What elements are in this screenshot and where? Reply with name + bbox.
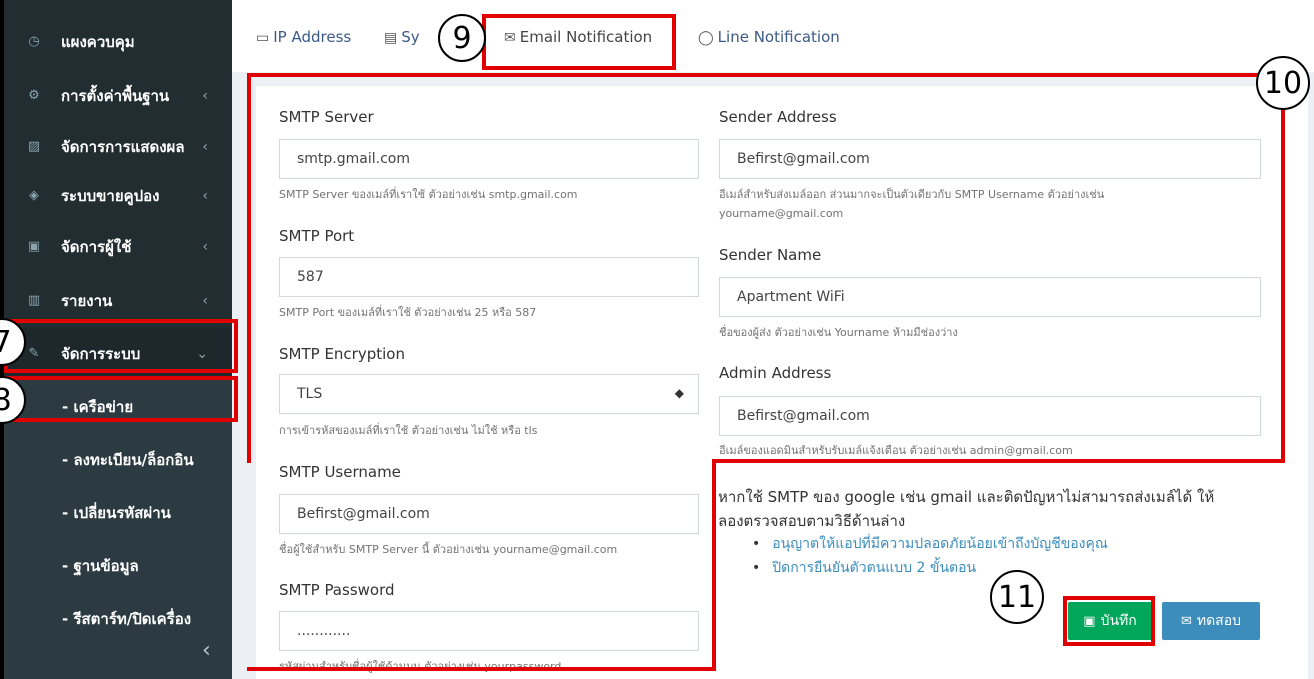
sender-name-input[interactable]: Apartment WiFi [719, 277, 1261, 317]
callout-11: 11 [990, 570, 1044, 624]
sender-address-label: Sender Address [719, 108, 837, 126]
tab-line-notification[interactable]: ◯ Line Notification [698, 28, 840, 52]
gmail-note: หากใช้ SMTP ของ google เช่น gmail และติด… [718, 485, 1268, 533]
tab-bar: ▭ IP Address ▤ Sy ✉ Email Notification ◯ Lin… [232, 0, 1314, 72]
smtp-password-label: SMTP Password [279, 581, 395, 599]
tab-label: IP Address [273, 28, 352, 46]
list-item: อนุญาตให้แอปที่มีความปลอดภัยน้อยเข้าถึงบ… [752, 532, 1108, 556]
sidebar-item-basic-settings[interactable]: ⚙ การตั้งค่าพื้นฐาน ‹ [4, 70, 232, 121]
user-card-icon: ▣ [27, 239, 41, 254]
sidebar-item-label: รายงาน [61, 291, 113, 310]
test-button[interactable]: ✉ ทดสอบ [1162, 602, 1260, 640]
floppy-disk-icon: ▣ [1083, 613, 1096, 629]
chevron-left-icon: ‹ [202, 138, 208, 155]
sidebar-item-coupon[interactable]: ◈ ระบบขายคูปอง ‹ [4, 170, 232, 221]
sidebar-subitem-change-password[interactable]: - เปลี่ยนรหัสผ่าน [4, 486, 232, 539]
smtp-username-input[interactable]: Befirst@gmail.com [279, 494, 699, 534]
tab-label: Line Notification [717, 28, 840, 46]
tag-icon: ◈ [29, 188, 39, 203]
sidebar-subitem-label: - เปลี่ยนรหัสผ่าน [62, 503, 171, 522]
chevron-left-icon: ‹ [202, 292, 208, 309]
smtp-password-help: รหัสผ่านสำหรับชื่อผู้ใช้ด้านบน ตัวอย่างเ… [279, 660, 562, 673]
list-item: ปิดการยืนยันตัวตนแบบ 2 ขั้นตอน [752, 556, 1108, 580]
select-arrows-icon: ◆ [674, 386, 684, 400]
sidebar-subitem-label: - เครือข่าย [62, 397, 134, 416]
sidebar-item-label: จัดการผู้ใช้ [61, 237, 132, 256]
wrench-icon: ✎ [28, 346, 40, 361]
sender-name-label: Sender Name [719, 246, 822, 264]
sender-address-input[interactable]: Befirst@gmail.com [719, 139, 1261, 179]
admin-address-label: Admin Address [719, 364, 832, 382]
tab-ip-address[interactable]: ▭ IP Address [256, 28, 351, 52]
admin-address-help: อีเมล์ของแอดมินสำหรับรับเมล์แจ้งเตือน ตั… [719, 444, 1073, 457]
smtp-encryption-label: SMTP Encryption [279, 345, 405, 363]
tab-label: Email Notification [519, 28, 653, 46]
sidebar-subitem-label: - ลงทะเบียน/ล็อกอิน [62, 450, 194, 469]
smtp-encryption-help: การเข้ารหัสของเมล์ที่เราใช้ ตัวอย่างเช่น… [279, 424, 538, 437]
admin-address-input[interactable]: Befirst@gmail.com [719, 396, 1261, 436]
gmail-note-line-1: หากใช้ SMTP ของ google เช่น gmail และติด… [718, 488, 1215, 506]
sidebar-subitem-network[interactable]: - เครือข่าย [4, 380, 232, 433]
smtp-password-input[interactable]: ............ [279, 611, 699, 651]
sidebar-item-reports[interactable]: ▥ รายงาน ‹ [4, 275, 232, 326]
dashboard-icon: ◷ [28, 34, 40, 49]
envelope-icon: ✉ [1180, 613, 1192, 629]
smtp-username-label: SMTP Username [279, 463, 401, 481]
laptop-icon: ▭ [256, 30, 270, 46]
smtp-server-help: SMTP Server ของเมล์ที่เราใช้ ตัวอย่างเช่… [279, 188, 578, 201]
sidebar-item-label: จัดการการแสดงผล [61, 137, 185, 156]
sidebar: ◷ แผงควบคุม ⚙ การตั้งค่าพื้นฐาน ‹ ▨ จัดก… [0, 0, 232, 679]
disable-2-step-link[interactable]: ปิดการยืนยันตัวตนแบบ 2 ขั้นตอน [772, 560, 976, 576]
sender-address-help-2: yourname@gmail.com [719, 207, 844, 220]
smtp-server-label: SMTP Server [279, 108, 374, 126]
callout-9: 9 [438, 14, 486, 62]
sidebar-subitem-restart[interactable]: - รีสตาร์ท/ปิดเครื่อง [4, 592, 232, 645]
allow-less-secure-apps-link[interactable]: อนุญาตให้แอปที่มีความปลอดภัยน้อยเข้าถึงบ… [772, 536, 1108, 552]
sidebar-item-dashboard[interactable]: ◷ แผงควบคุม [4, 16, 232, 67]
sidebar-collapse-icon[interactable]: ‹ [202, 640, 211, 662]
gmail-help-links: อนุญาตให้แอปที่มีความปลอดภัยน้อยเข้าถึงบ… [752, 532, 1108, 580]
gmail-note-line-2: ลองตรวจสอบตามวิธีด้านล่าง [718, 512, 906, 530]
gear-icon: ⚙ [28, 88, 40, 103]
sidebar-item-label: แผงควบคุม [61, 32, 135, 51]
sidebar-item-label: จัดการระบบ [61, 344, 141, 363]
chevron-left-icon: ‹ [202, 87, 208, 104]
sidebar-item-system[interactable]: ✎ จัดการระบบ ⌄ [4, 328, 232, 379]
save-button-label: บันทึก [1100, 613, 1137, 629]
envelope-icon: ✉ [504, 30, 516, 46]
sidebar-item-users[interactable]: ▣ จัดการผู้ใช้ ‹ [4, 221, 232, 272]
callout-10: 10 [1256, 56, 1310, 110]
smtp-port-help: SMTP Port ของเมล์ที่เราใช้ ตัวอย่างเช่น … [279, 306, 537, 319]
smtp-port-input[interactable]: 587 [279, 257, 699, 297]
smtp-encryption-value: TLS [297, 386, 323, 402]
sidebar-item-display[interactable]: ▨ จัดการการแสดงผล ‹ [4, 121, 232, 172]
chevron-left-icon: ‹ [202, 187, 208, 204]
bar-chart-icon: ▥ [27, 293, 41, 308]
file-icon: ▤ [384, 30, 398, 46]
sidebar-subitem-login[interactable]: - ลงทะเบียน/ล็อกอิน [4, 433, 232, 486]
smtp-server-input[interactable]: smtp.gmail.com [279, 139, 699, 179]
sidebar-subitem-database[interactable]: - ฐานข้อมูล [4, 539, 232, 592]
sender-address-help: อีเมล์สำหรับส่งเมล์ออก ส่วนมากจะเป็นตัวเ… [719, 188, 1105, 201]
chat-bubble-icon: ◯ [698, 30, 714, 46]
test-button-label: ทดสอบ [1196, 613, 1242, 629]
save-button[interactable]: ▣ บันทึก [1068, 602, 1152, 640]
sidebar-item-label: ระบบขายคูปอง [61, 186, 160, 205]
smtp-port-label: SMTP Port [279, 227, 355, 245]
chevron-down-icon: ⌄ [196, 345, 208, 362]
sender-name-help: ชื่อของผู้ส่ง ตัวอย่างเช่น Yourname ห้าม… [719, 326, 958, 339]
smtp-encryption-select[interactable]: TLS ◆ [279, 374, 699, 414]
smtp-username-help: ชื่อผู้ใช้สำหรับ SMTP Server นี้ ตัวอย่า… [279, 543, 618, 556]
tab-email-notification[interactable]: ✉ Email Notification [504, 28, 652, 52]
tab-label: Sy [401, 28, 420, 46]
tab-system[interactable]: ▤ Sy [384, 28, 420, 52]
system-submenu: - เครือข่าย - ลงทะเบียน/ล็อกอิน - เปลี่ย… [4, 380, 232, 679]
sidebar-subitem-label: - ฐานข้อมูล [62, 556, 139, 575]
image-icon: ▨ [27, 139, 41, 154]
sidebar-item-label: การตั้งค่าพื้นฐาน [61, 86, 170, 105]
chevron-left-icon: ‹ [202, 238, 208, 255]
sidebar-subitem-label: - รีสตาร์ท/ปิดเครื่อง [62, 609, 192, 628]
